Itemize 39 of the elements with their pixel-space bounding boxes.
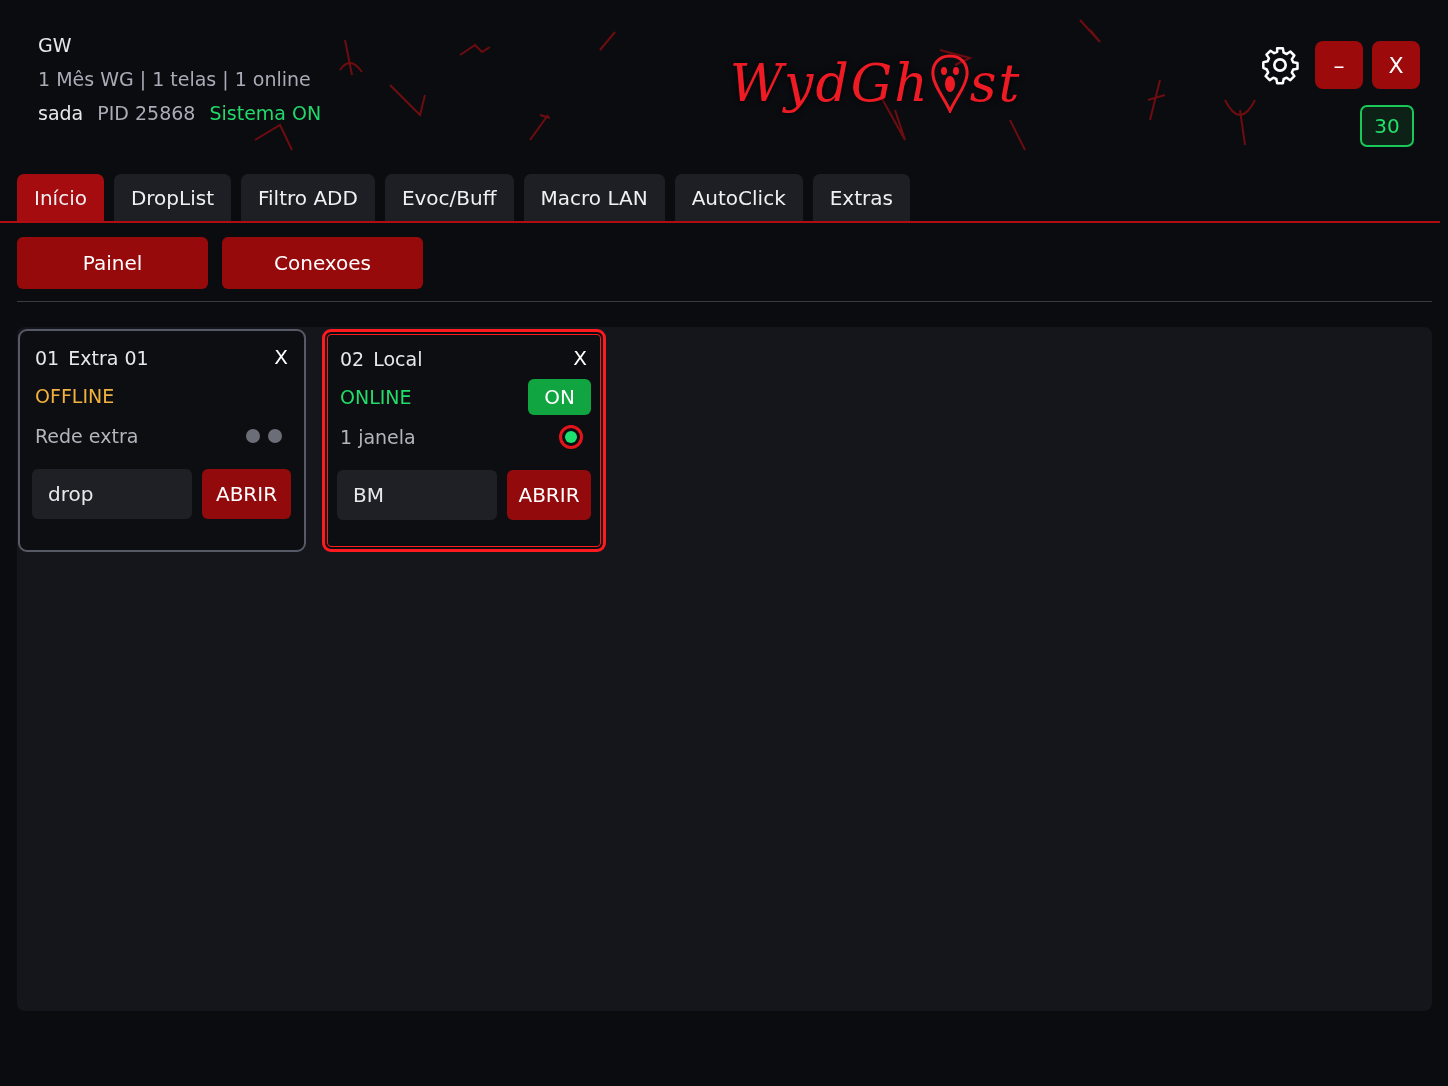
tab[interactable]: Extras (812, 174, 910, 221)
close-button[interactable]: X (569, 346, 591, 370)
card-number: 01 (35, 347, 60, 369)
counter-badge: 30 (1360, 105, 1414, 147)
close-button[interactable]: X (1372, 41, 1420, 89)
settings-icon[interactable] (1260, 45, 1300, 85)
input-field[interactable]: drop (32, 469, 192, 519)
open-button[interactable]: ABRIR (507, 470, 591, 520)
process-id: PID 25868 (97, 102, 196, 124)
account-name: GW (38, 34, 73, 56)
card-title: Extra 01 (68, 347, 149, 369)
input-field[interactable]: BM (337, 470, 497, 520)
open-button[interactable]: ABRIR (202, 469, 291, 519)
connection-status: OFFLINE (35, 385, 115, 407)
radio-button[interactable] (559, 425, 583, 449)
card-detail: Rede extra (35, 425, 139, 447)
subtab-button[interactable]: Conexoes (222, 237, 423, 289)
ghost-icon (929, 53, 970, 113)
subtab-button[interactable]: Painel (17, 237, 208, 289)
tab[interactable]: Evoc/Buff (384, 174, 514, 221)
status-dot (268, 429, 282, 443)
close-button[interactable]: X (270, 345, 292, 369)
connection-status: ONLINE (340, 386, 412, 408)
tab[interactable]: Macro LAN (523, 174, 665, 221)
minimize-button[interactable]: – (1315, 41, 1363, 89)
logo-text: st (969, 57, 1022, 109)
tab[interactable]: AutoClick (674, 174, 803, 221)
system-status: Sistema ON (209, 102, 322, 124)
connection-card[interactable]: 01 Extra 01 X OFFLINE Rede extra drop ABRIR (18, 329, 306, 552)
card-title: Local (373, 348, 423, 370)
card-number: 02 (340, 348, 365, 370)
tab[interactable]: Início (17, 174, 104, 221)
tab[interactable]: Filtro ADD (241, 174, 375, 221)
user-name: sada (38, 102, 84, 124)
plan-info: 1 Mês WG | 1 telas | 1 online (38, 68, 312, 90)
connection-card[interactable]: 02 Local X ONLINE ON 1 janela BM ABRIR (322, 329, 606, 552)
status-dot (246, 429, 260, 443)
tab[interactable]: DropList (113, 174, 231, 221)
card-detail: 1 janela (340, 426, 416, 448)
